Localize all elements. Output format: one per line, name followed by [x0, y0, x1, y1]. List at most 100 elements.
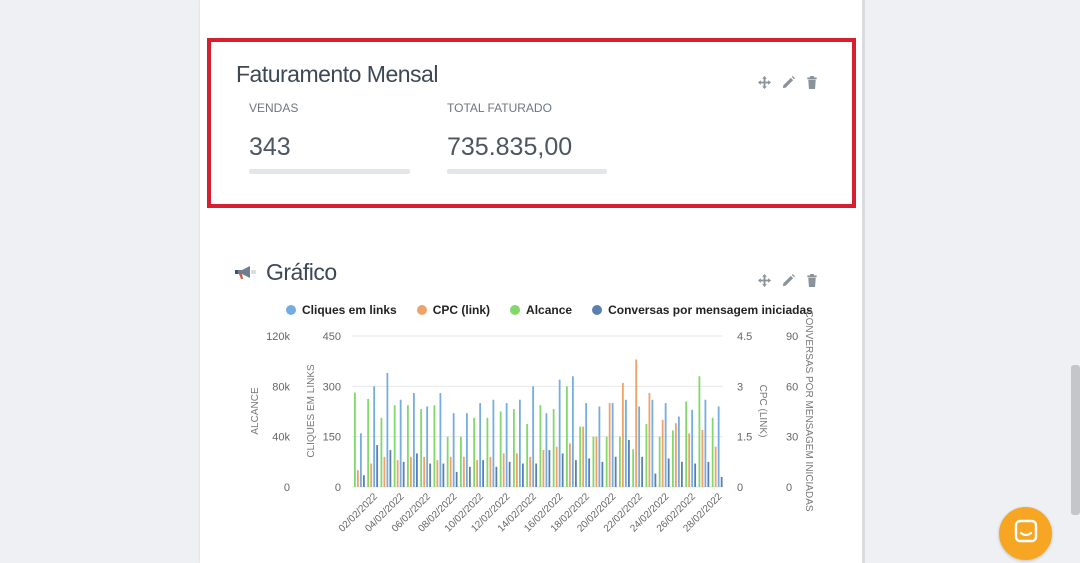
- bar-cpc: [410, 456, 412, 487]
- bar-cpc: [436, 460, 439, 487]
- bar-cliques: [572, 376, 574, 487]
- bar-cliques: [466, 413, 468, 487]
- bar-cpc: [396, 460, 399, 487]
- bar-cpc: [463, 456, 465, 487]
- bar-conversas: [508, 461, 511, 487]
- bar-alcance: [685, 401, 688, 487]
- bar-cpc: [449, 456, 452, 487]
- cpc-tick: 0: [737, 482, 743, 494]
- bar-conversas: [707, 461, 710, 487]
- bar-cpc: [622, 382, 624, 487]
- cliques-tick: 300: [323, 381, 341, 393]
- combo-bar-chart: 0 40k 80k 120k 0 150 300 450 0 1.5 3 4.5 0 30 60 90 ALCA…: [250, 310, 814, 534]
- bar-alcance: [552, 408, 555, 487]
- bar-alcance: [526, 424, 529, 487]
- alcance-tick: 0: [284, 482, 290, 494]
- bar-alcance: [486, 417, 489, 487]
- bar-cpc: [701, 429, 704, 487]
- cpc-axis-title: CPC (LINK): [757, 385, 768, 438]
- bar-cliques: [691, 409, 694, 487]
- bar-cliques: [638, 406, 641, 487]
- bar-alcance: [433, 405, 436, 487]
- bar-conversas: [588, 458, 591, 487]
- bar-alcance: [698, 376, 701, 487]
- bar-alcance: [473, 417, 476, 487]
- cpc-tick: 4.5: [737, 331, 752, 343]
- bar-conversas: [720, 476, 723, 487]
- bar-alcance: [645, 424, 648, 487]
- bar-cliques: [664, 403, 667, 487]
- chat-button[interactable]: [999, 507, 1052, 560]
- bar-conversas: [416, 453, 418, 487]
- scrollbar-thumb[interactable]: [1071, 365, 1080, 515]
- cliques-axis-title: CLIQUES EM LINKS: [306, 364, 317, 458]
- conversas-tick: 0: [786, 482, 792, 494]
- bar-alcance: [592, 436, 595, 487]
- chat-icon: [1014, 519, 1038, 548]
- bar-cliques: [704, 399, 707, 487]
- bar-alcance: [658, 436, 661, 487]
- bar-alcance: [367, 398, 370, 487]
- bar-cliques: [717, 406, 720, 487]
- bar-cliques: [505, 403, 508, 487]
- bar-cpc: [675, 423, 677, 487]
- alcance-tick: 120k: [266, 331, 290, 343]
- bar-conversas: [482, 460, 485, 487]
- bar-cliques: [373, 386, 376, 487]
- bar-conversas: [429, 463, 432, 487]
- bar-cliques: [519, 399, 521, 487]
- alcance-tick: 40k: [272, 432, 290, 444]
- bar-alcance: [579, 426, 582, 487]
- bar-cpc: [688, 433, 691, 487]
- bar-cliques: [479, 403, 482, 487]
- conversas-tick: 60: [786, 381, 798, 393]
- bar-cpc: [648, 393, 651, 487]
- bar-alcance: [380, 417, 383, 487]
- bar-alcance: [513, 408, 515, 487]
- bar-cliques: [386, 372, 389, 487]
- bar-cpc: [489, 456, 492, 487]
- bar-alcance: [619, 436, 621, 487]
- bar-conversas: [641, 456, 644, 487]
- cpc-tick: 1.5: [737, 432, 752, 444]
- bar-conversas: [535, 463, 538, 487]
- bar-alcance: [420, 408, 423, 487]
- cliques-tick: 0: [335, 482, 341, 494]
- bar-conversas: [601, 461, 604, 487]
- bar-cliques: [651, 399, 654, 487]
- bar-conversas: [654, 473, 657, 487]
- bar-conversas: [614, 456, 617, 487]
- cliques-tick: 450: [323, 331, 341, 343]
- bar-conversas: [495, 466, 498, 487]
- bar-cpc: [357, 470, 359, 487]
- bar-cpc: [476, 460, 479, 487]
- cliques-tick: 150: [323, 432, 341, 444]
- bar-conversas: [455, 471, 458, 487]
- bar-conversas: [402, 461, 405, 487]
- bar-alcance: [605, 436, 608, 487]
- bar-cliques: [413, 393, 415, 487]
- bar-cliques: [611, 403, 614, 487]
- bar-conversas: [628, 440, 630, 487]
- bar-cpc: [595, 436, 598, 487]
- bar-cpc: [569, 443, 571, 487]
- alcance-tick: 80k: [272, 381, 290, 393]
- bar-cliques: [399, 399, 402, 487]
- bar-conversas: [561, 453, 564, 487]
- conversas-tick: 90: [786, 331, 798, 343]
- bar-conversas: [376, 445, 379, 487]
- bar-cpc: [542, 450, 545, 487]
- alcance-axis-title: ALCANCE: [250, 387, 261, 435]
- bar-cliques: [360, 433, 362, 487]
- bar-cpc: [608, 403, 611, 487]
- conversas-axis-title: CONVERSAS POR MENSAGEM INICIADAS: [803, 310, 814, 511]
- bar-cliques: [532, 386, 535, 487]
- bar-alcance: [446, 436, 449, 487]
- bar-cpc: [370, 463, 373, 487]
- bar-cpc: [502, 453, 505, 487]
- bar-conversas: [548, 450, 551, 487]
- bar-alcance: [460, 436, 462, 487]
- bar-cpc: [383, 456, 386, 487]
- bar-conversas: [469, 466, 471, 487]
- bar-conversas: [667, 458, 670, 487]
